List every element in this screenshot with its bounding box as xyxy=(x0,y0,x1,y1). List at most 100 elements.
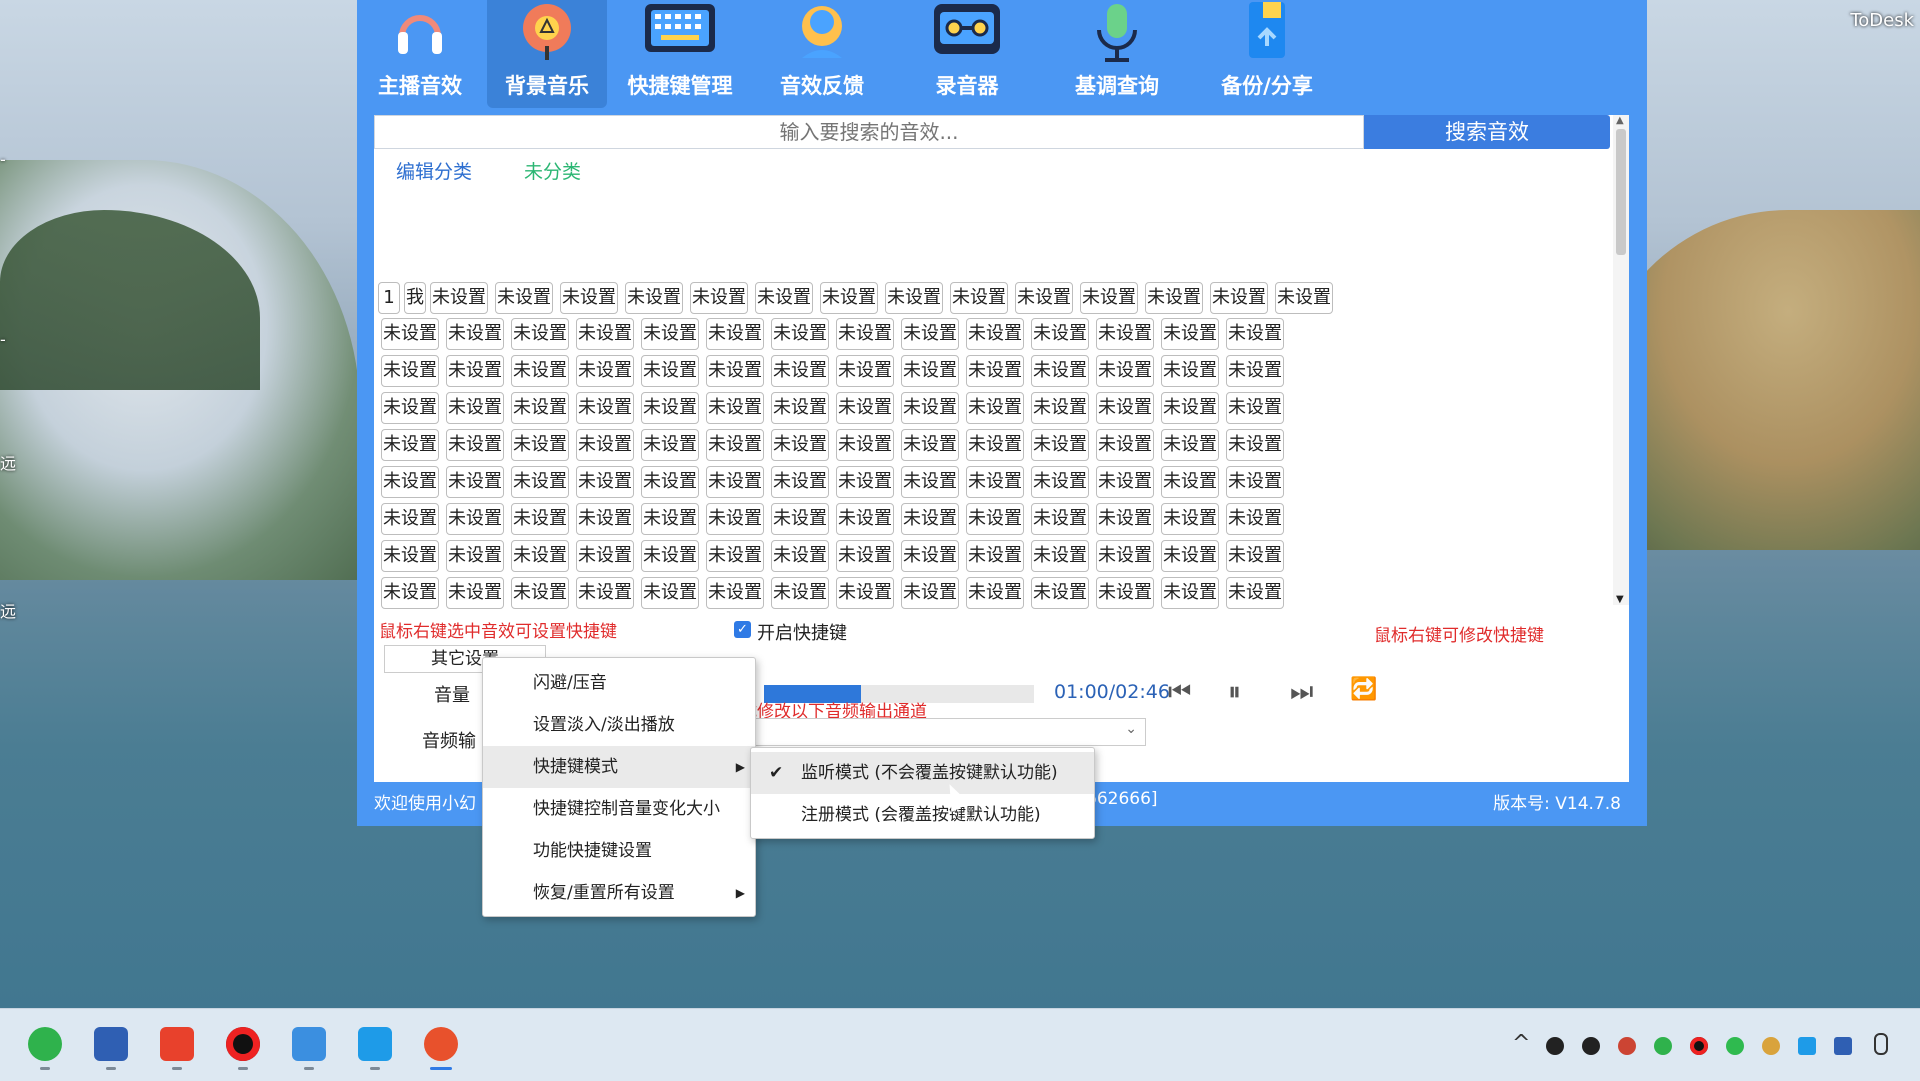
sound-slot-button[interactable]: 未设置 xyxy=(1161,318,1219,350)
vertical-scrollbar[interactable]: ▲ ▼ xyxy=(1613,115,1629,605)
sound-slot-button[interactable]: 未设置 xyxy=(1031,540,1089,572)
nav-key-query[interactable]: 基调查询 xyxy=(1057,0,1177,108)
sound-slot-button[interactable]: 未设置 xyxy=(836,429,894,461)
sound-slot-button[interactable]: 未设置 xyxy=(690,282,748,314)
scroll-thumb[interactable] xyxy=(1616,129,1626,255)
sound-slot-button[interactable]: 未设置 xyxy=(446,503,504,535)
menu-register-mode[interactable]: 注册模式 (会覆盖按键默认功能) xyxy=(751,794,1094,836)
menu-fade[interactable]: 设置淡入/淡出播放 xyxy=(483,704,755,746)
sound-slot-button[interactable]: 未设置 xyxy=(625,282,683,314)
sound-slot-button[interactable]: 未设置 xyxy=(576,540,634,572)
sound-slot-button[interactable]: 未设置 xyxy=(966,318,1024,350)
sound-slot-button[interactable]: 未设置 xyxy=(1226,318,1284,350)
menu-function-hotkeys[interactable]: 功能快捷键设置 xyxy=(483,830,755,872)
pause-icon[interactable]: ⏸ xyxy=(1228,677,1241,708)
sound-slot-button[interactable]: 未设置 xyxy=(511,429,569,461)
sound-slot-button[interactable]: 未设置 xyxy=(836,577,894,609)
sound-slot-button[interactable]: 未设置 xyxy=(1096,577,1154,609)
sound-slot-button[interactable]: 未设置 xyxy=(966,466,1024,498)
sound-slot-button[interactable]: 未设置 xyxy=(706,392,764,424)
menu-reset-settings[interactable]: 恢复/重置所有设置 ▶ xyxy=(483,872,755,914)
sound-slot-button[interactable]: 未设置 xyxy=(381,318,439,350)
sound-slot-button[interactable]: 未设置 xyxy=(901,318,959,350)
search-button[interactable]: 搜索音效 xyxy=(1364,115,1610,149)
sound-slot-button[interactable]: 未设置 xyxy=(771,503,829,535)
sound-slot-button[interactable]: 未设置 xyxy=(511,355,569,387)
sound-slot-button[interactable]: 未设置 xyxy=(1226,466,1284,498)
sound-slot-button[interactable]: 未设置 xyxy=(1161,540,1219,572)
sound-slot-button[interactable]: 我 xyxy=(404,282,426,314)
sound-slot-button[interactable]: 未设置 xyxy=(446,318,504,350)
sound-slot-button[interactable]: 未设置 xyxy=(901,577,959,609)
sound-slot-button[interactable]: 未设置 xyxy=(836,540,894,572)
menu-hotkey-volume[interactable]: 快捷键控制音量变化大小 xyxy=(483,788,755,830)
sound-slot-button[interactable]: 未设置 xyxy=(771,318,829,350)
sound-slot-button[interactable]: 未设置 xyxy=(901,355,959,387)
sound-slot-button[interactable]: 未设置 xyxy=(1210,282,1268,314)
sound-slot-button[interactable]: 未设置 xyxy=(641,392,699,424)
sound-slot-button[interactable]: 未设置 xyxy=(966,429,1024,461)
nav-background-music[interactable]: 背景音乐 xyxy=(487,0,607,108)
sound-slot-button[interactable]: 未设置 xyxy=(381,503,439,535)
sound-slot-button[interactable]: 未设置 xyxy=(641,429,699,461)
sound-slot-button[interactable]: 未设置 xyxy=(1096,540,1154,572)
sound-slot-button[interactable]: 未设置 xyxy=(836,503,894,535)
qq-icon[interactable] xyxy=(1546,1037,1564,1055)
sound-slot-button[interactable]: 未设置 xyxy=(560,282,618,314)
sound-slot-button[interactable]: 未设置 xyxy=(706,355,764,387)
nav-anchor-effects[interactable]: 主播音效 xyxy=(360,0,480,108)
sound-slot-button[interactable]: 未设置 xyxy=(1096,392,1154,424)
sound-slot-button[interactable]: 未设置 xyxy=(1161,392,1219,424)
sound-slot-button[interactable]: 未设置 xyxy=(901,429,959,461)
next-icon[interactable]: ⏭ xyxy=(1290,677,1313,708)
loop-icon[interactable]: 🔁 xyxy=(1350,677,1377,702)
sound-slot-button[interactable]: 未设置 xyxy=(1226,540,1284,572)
sound-slot-button[interactable]: 未设置 xyxy=(1031,429,1089,461)
sound-slot-button[interactable]: 未设置 xyxy=(1080,282,1138,314)
sound-slot-button[interactable]: 未设置 xyxy=(1161,355,1219,387)
sound-slot-button[interactable]: 未设置 xyxy=(771,540,829,572)
audio-output-select[interactable]: ⌄ xyxy=(714,718,1146,746)
previous-icon[interactable]: ⏮ xyxy=(1168,677,1191,708)
sound-app-icon[interactable] xyxy=(424,1027,458,1061)
wps-icon[interactable] xyxy=(160,1027,194,1061)
sound-slot-button[interactable]: 未设置 xyxy=(446,392,504,424)
ie-tray-icon[interactable] xyxy=(1654,1037,1672,1055)
menu-duck[interactable]: 闪避/压音 xyxy=(483,662,755,704)
sound-slot-button[interactable]: 未设置 xyxy=(576,577,634,609)
sound-slot-button[interactable]: 未设置 xyxy=(511,503,569,535)
kx-app-icon[interactable] xyxy=(94,1027,128,1061)
sound-slot-button[interactable]: 未设置 xyxy=(430,282,488,314)
sound-slot-button[interactable]: 未设置 xyxy=(446,429,504,461)
notepad-icon[interactable] xyxy=(292,1027,326,1061)
sound-slot-button[interactable]: 未设置 xyxy=(1096,503,1154,535)
sound-slot-button[interactable]: 未设置 xyxy=(381,429,439,461)
sound-slot-button[interactable]: 未设置 xyxy=(901,540,959,572)
sound-slot-button[interactable]: 未设置 xyxy=(511,540,569,572)
sound-slot-button[interactable]: 未设置 xyxy=(495,282,553,314)
sound-slot-button[interactable]: 未设置 xyxy=(1275,282,1333,314)
sound-slot-button[interactable]: 未设置 xyxy=(836,466,894,498)
menu-hotkey-mode[interactable]: 快捷键模式 ▶ xyxy=(483,746,755,788)
sound-slot-button[interactable]: 未设置 xyxy=(1161,429,1219,461)
sound-slot-button[interactable]: 未设置 xyxy=(1096,355,1154,387)
sound-slot-button[interactable]: 未设置 xyxy=(1161,577,1219,609)
sound-slot-button[interactable]: 未设置 xyxy=(706,540,764,572)
sound-slot-button[interactable]: 未设置 xyxy=(706,503,764,535)
qq-icon[interactable] xyxy=(1618,1037,1636,1055)
record-icon[interactable] xyxy=(226,1027,260,1061)
sound-slot-button[interactable]: 未设置 xyxy=(820,282,878,314)
sound-slot-button[interactable]: 未设置 xyxy=(446,577,504,609)
sound-slot-button[interactable]: 未设置 xyxy=(966,577,1024,609)
sound-slot-button[interactable]: 未设置 xyxy=(1031,503,1089,535)
sound-slot-button[interactable]: 未设置 xyxy=(1031,577,1089,609)
sound-slot-button[interactable]: 未设置 xyxy=(836,355,894,387)
sound-slot-button[interactable]: 未设置 xyxy=(641,503,699,535)
sound-slot-button[interactable]: 未设置 xyxy=(771,577,829,609)
sound-slot-button[interactable]: 未设置 xyxy=(836,392,894,424)
sound-slot-button[interactable]: 未设置 xyxy=(1226,392,1284,424)
sound-slot-button[interactable]: 未设置 xyxy=(966,355,1024,387)
ie-browser-icon[interactable] xyxy=(28,1027,62,1061)
sound-slot-button[interactable]: 未设置 xyxy=(381,466,439,498)
sound-slot-button[interactable]: 未设置 xyxy=(576,429,634,461)
